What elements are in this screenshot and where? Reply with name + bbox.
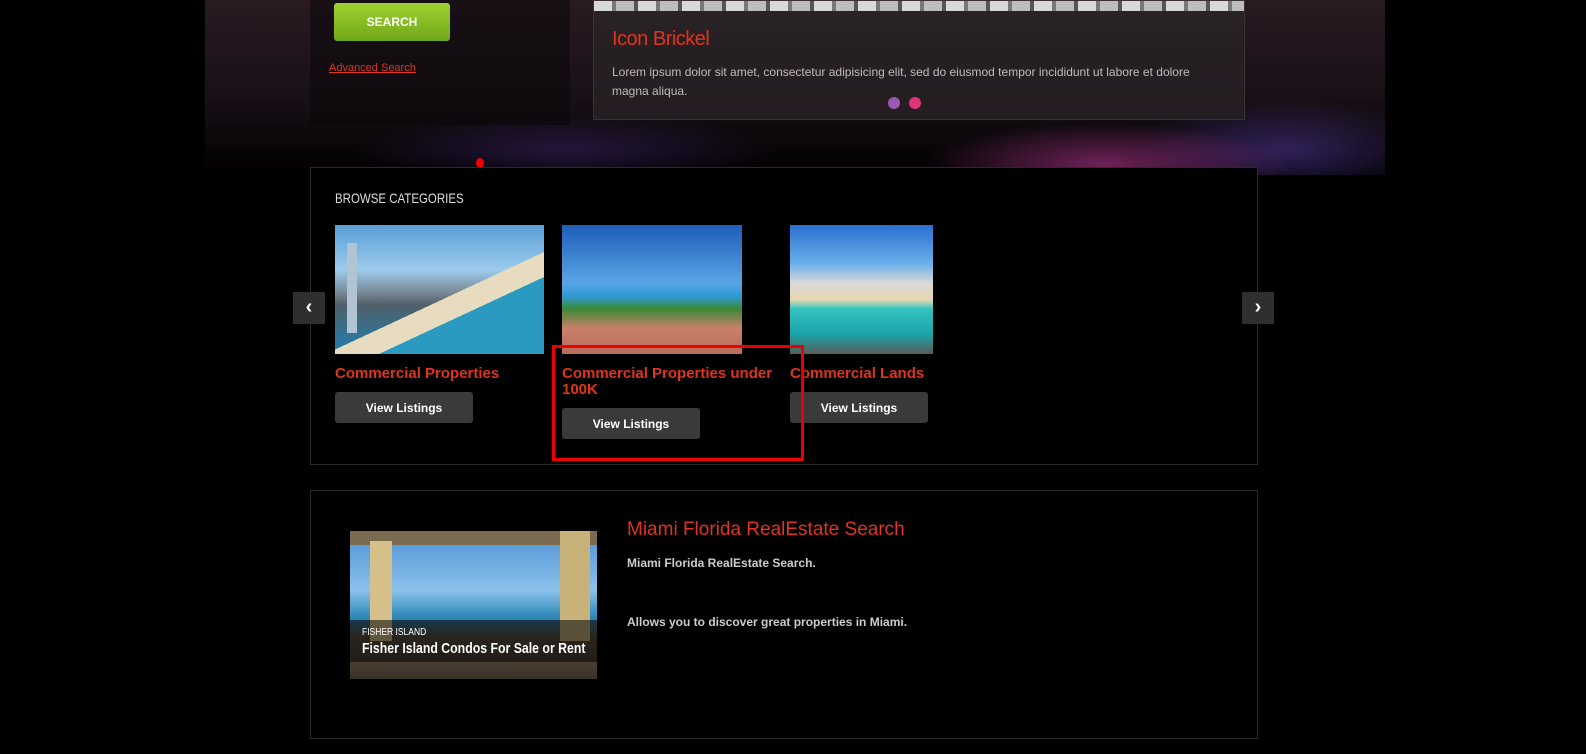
category-title[interactable]: Commercial Lands xyxy=(790,366,924,382)
featured-subtitle: Miami Florida RealEstate Search. xyxy=(627,556,816,570)
browse-categories-title: BROWSE CATEGORIES xyxy=(335,190,464,206)
view-listings-button[interactable]: View Listings xyxy=(562,408,700,439)
category-image-commercial-properties[interactable] xyxy=(335,225,544,354)
search-button[interactable]: SEARCH xyxy=(334,3,450,41)
slider-dot-1[interactable] xyxy=(888,97,900,109)
featured-title: Miami Florida RealEstate Search xyxy=(627,519,905,540)
chevron-right-icon: › xyxy=(1254,296,1262,318)
category-image-commercial-lands[interactable] xyxy=(790,225,933,354)
slider-photo xyxy=(594,1,1244,11)
slider-dot-2[interactable] xyxy=(909,97,921,109)
slider-title: Icon Brickel xyxy=(612,28,710,50)
image-caption-small: FISHER ISLAND xyxy=(362,627,427,638)
view-listings-button[interactable]: View Listings xyxy=(335,392,473,423)
next-arrow-button[interactable]: › xyxy=(1242,292,1274,324)
category-title[interactable]: Commercial Properties xyxy=(335,366,499,382)
prev-arrow-button[interactable]: ‹ xyxy=(293,292,325,324)
fisher-island-image[interactable]: FISHER ISLAND Fisher Island Condos For S… xyxy=(350,531,597,679)
image-caption-title: Fisher Island Condos For Sale or Rent xyxy=(362,640,586,657)
slider-text: Lorem ipsum dolor sit amet, consectetur … xyxy=(612,65,1190,98)
category-image-under-100k[interactable] xyxy=(562,225,742,354)
advanced-search-link[interactable]: Advanced Search xyxy=(329,62,416,74)
view-listings-button[interactable]: View Listings xyxy=(790,392,928,423)
chevron-left-icon: ‹ xyxy=(305,296,313,318)
featured-description: Allows you to discover great properties … xyxy=(627,615,908,629)
category-title[interactable]: Commercial Properties under 100K xyxy=(562,366,792,398)
